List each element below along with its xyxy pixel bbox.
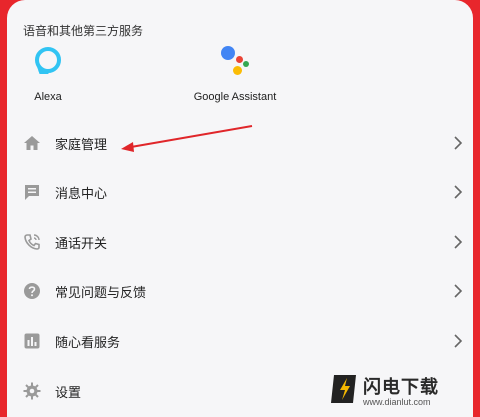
service-alexa[interactable]: Alexa (7, 42, 108, 103)
menu-item-call-switch[interactable]: 通话开关 (7, 220, 473, 264)
chevron-right-icon (454, 136, 463, 150)
chart-icon (24, 333, 40, 349)
home-icon (24, 136, 40, 150)
chevron-right-icon (454, 185, 463, 199)
menu-item-label: 设置 (55, 385, 82, 401)
menu-item-label: 随心看服务 (55, 335, 121, 351)
help-icon (24, 283, 40, 299)
watermark-title: 闪电下载 (363, 377, 439, 398)
chevron-right-icon (454, 235, 463, 249)
menu-item-messages[interactable]: 消息中心 (7, 170, 473, 214)
service-google-assistant[interactable]: Google Assistant (175, 42, 295, 103)
message-icon (25, 185, 39, 200)
alexa-icon (30, 42, 66, 78)
service-name: Alexa (34, 91, 62, 103)
menu-item-watch-service[interactable]: 随心看服务 (7, 319, 473, 363)
watermark: 闪电下载 www.dianlut.com (331, 371, 461, 411)
menu-item-label: 家庭管理 (55, 137, 108, 153)
annotation-arrow (121, 125, 253, 152)
settings-sheet: 语音和其他第三方服务 Alexa Google Assistant 家庭管理 消… (7, 0, 473, 417)
gear-icon (23, 382, 41, 400)
menu-item-faq[interactable]: 常见问题与反馈 (7, 269, 473, 313)
menu-item-label: 通话开关 (55, 236, 108, 252)
menu-item-label: 常见问题与反馈 (55, 285, 147, 301)
menu-item-label: 消息中心 (55, 186, 108, 202)
service-name: Google Assistant (193, 91, 277, 103)
watermark-url: www.dianlut.com (363, 397, 431, 407)
phone-icon (24, 234, 40, 250)
lightning-logo-icon (331, 375, 356, 403)
chevron-right-icon (454, 284, 463, 298)
section-title: 语音和其他第三方服务 (23, 24, 144, 38)
google-assistant-icon (217, 42, 253, 78)
chevron-right-icon (454, 334, 463, 348)
